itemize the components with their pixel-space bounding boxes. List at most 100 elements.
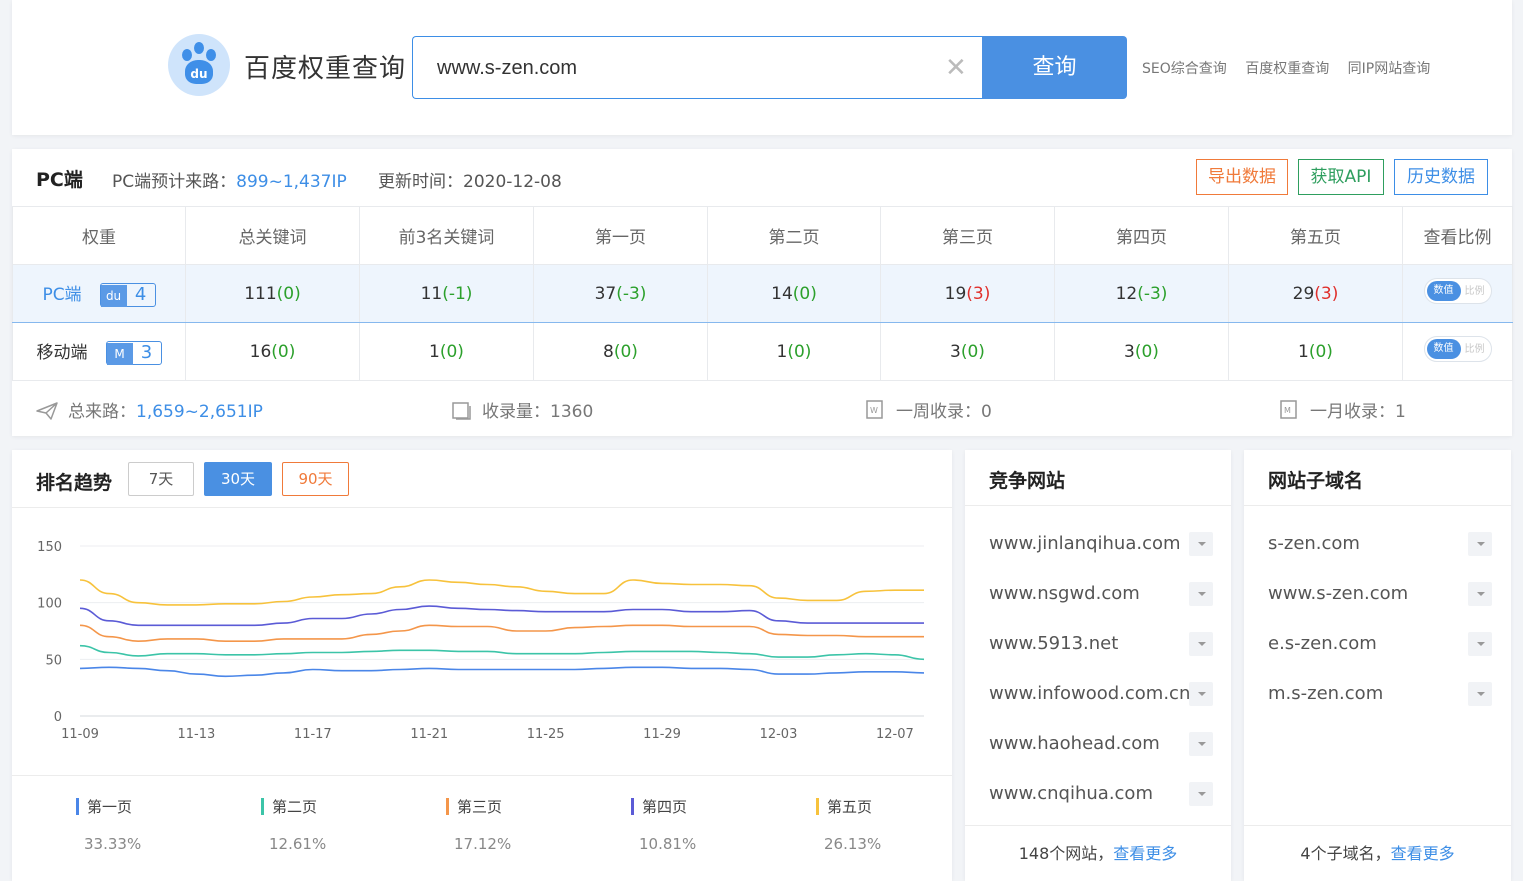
link-seo-query[interactable]: SEO综合查询: [1142, 61, 1227, 77]
page5-cell: 1(0): [1228, 322, 1403, 381]
total-traffic: 总来路：1,659~2,651IP: [36, 397, 263, 422]
history-data-button[interactable]: 历史数据: [1394, 159, 1488, 195]
cell-delta: (0): [613, 341, 638, 362]
cell-delta: (3): [966, 283, 991, 304]
toggle-on-label: 数值: [1426, 339, 1461, 359]
clear-icon[interactable]: ✕: [945, 55, 967, 81]
competitor-sites-panel: 竞争网站 www.jinlanqihua.com www.nsgwd.com w…: [965, 450, 1231, 881]
table-row-mobile[interactable]: 移动端 M 3 16(0) 1(0) 8(0) 1(0) 3(0) 3(0) 1(0…: [12, 322, 1513, 381]
range-7d-button[interactable]: 7天: [128, 462, 194, 496]
value-ratio-toggle[interactable]: 数值 比例: [1423, 336, 1492, 362]
x-tick-label: 11-21: [410, 727, 448, 742]
cell-value: 37: [594, 283, 617, 304]
competitor-link[interactable]: www.5913.net: [989, 633, 1118, 654]
chevron-down-icon[interactable]: [1468, 632, 1492, 656]
subdomain-link[interactable]: e.s-zen.com: [1268, 633, 1377, 654]
page1-cell: 8(0): [533, 322, 708, 381]
competitor-link[interactable]: www.cnqihua.com: [989, 783, 1153, 804]
chevron-down-icon[interactable]: [1189, 532, 1213, 556]
cell-value: 8: [603, 341, 614, 362]
chevron-down-icon[interactable]: [1468, 682, 1492, 706]
subdomain-count: 4个子域名，: [1300, 844, 1391, 863]
cell-delta: (0): [439, 341, 464, 362]
subdomain-link[interactable]: s-zen.com: [1268, 533, 1360, 554]
weight-badge: du 4: [99, 283, 156, 307]
baidu-paw-icon: du: [100, 285, 127, 307]
export-data-button[interactable]: 导出数据: [1196, 159, 1288, 195]
chevron-down-icon[interactable]: [1468, 532, 1492, 556]
competitor-link[interactable]: www.jinlanqihua.com: [989, 533, 1181, 554]
divider: [12, 507, 952, 508]
table-row-pc[interactable]: PC端 du 4 111(0) 11(-1) 37(-3) 14(0) 19(3) …: [12, 264, 1513, 323]
col-page5: 第五页: [1228, 206, 1403, 265]
search-input[interactable]: [437, 53, 917, 83]
cell-value: 111: [244, 283, 277, 304]
total-keywords-cell: 111(0): [185, 264, 360, 323]
competitor-link[interactable]: www.infowood.com.cn: [989, 683, 1190, 704]
link-same-ip-query[interactable]: 同IP网站查询: [1348, 61, 1431, 77]
value-ratio-toggle[interactable]: 数值 比例: [1423, 278, 1492, 304]
send-icon: [36, 402, 58, 420]
link-weight-query[interactable]: 百度权重查询: [1245, 61, 1329, 77]
trend-title: 排名趋势: [36, 472, 113, 494]
chevron-down-icon[interactable]: [1468, 582, 1492, 606]
view-more-link[interactable]: 查看更多: [1391, 844, 1455, 863]
x-tick-label: 11-09: [61, 727, 99, 742]
page4-cell: 12(-3): [1054, 264, 1229, 323]
page2-cell: 14(0): [707, 264, 881, 323]
search-button[interactable]: 查询: [982, 36, 1127, 99]
chevron-down-icon[interactable]: [1189, 732, 1213, 756]
x-tick-label: 11-13: [178, 727, 216, 742]
chevron-down-icon[interactable]: [1189, 782, 1213, 806]
row-label: 移动端: [36, 343, 88, 363]
get-api-button[interactable]: 获取API: [1298, 159, 1384, 195]
competitor-link[interactable]: www.haohead.com: [989, 733, 1160, 754]
chevron-down-icon[interactable]: [1189, 582, 1213, 606]
subdomain-link[interactable]: m.s-zen.com: [1268, 683, 1383, 704]
cell-value: 19: [944, 283, 967, 304]
chevron-down-icon[interactable]: [1189, 632, 1213, 656]
legend-page2[interactable]: 第二页 12.61%: [261, 796, 441, 853]
view-more-link[interactable]: 查看更多: [1113, 844, 1177, 863]
x-tick-label: 12-03: [760, 727, 798, 742]
cell-value: 29: [1292, 283, 1315, 304]
panel-title: PC端: [36, 169, 83, 191]
indexed-value: 1360: [550, 402, 594, 422]
weight-overview-panel: PC端 PC端预计来路：899~1,437IP 更新时间：2020-12-08 …: [12, 149, 1513, 436]
legend-page3[interactable]: 第三页 17.12%: [446, 796, 626, 853]
divider: [1244, 825, 1511, 826]
legend-page4[interactable]: 第四页 10.81%: [631, 796, 811, 853]
divider: [1244, 505, 1511, 506]
chevron-down-icon[interactable]: [1189, 682, 1213, 706]
cell-delta: (0): [960, 341, 985, 362]
cell-value: 3: [1124, 341, 1135, 362]
ratio-toggle-cell: 数值 比例: [1402, 264, 1513, 323]
weekly-indexed: W 一周收录：0: [866, 397, 992, 422]
legend-percent: 12.61%: [269, 835, 327, 853]
monthly-indexed-value: 1: [1395, 402, 1406, 422]
pc-traffic: PC端预计来路：899~1,437IP: [112, 167, 347, 192]
legend-page1[interactable]: 第一页 33.33%: [76, 796, 256, 853]
cell-value: 1: [429, 341, 440, 362]
col-page2: 第二页: [707, 206, 881, 265]
cell-delta: (3): [1314, 283, 1339, 304]
pc-traffic-value: 899~1,437IP: [236, 172, 347, 192]
x-tick-label: 11-25: [527, 727, 565, 742]
table-header-row: 权重 总关键词 前3名关键词 第一页 第二页 第三页 第四页 第五页 查看比例: [12, 206, 1513, 265]
page3-cell: 3(0): [880, 322, 1055, 381]
competitor-link[interactable]: www.nsgwd.com: [989, 583, 1140, 604]
range-30d-button[interactable]: 30天: [204, 462, 272, 496]
cell-delta: (0): [787, 341, 812, 362]
range-90d-button[interactable]: 90天: [282, 462, 349, 496]
y-tick-label: 50: [45, 653, 62, 668]
weight-value: 4: [134, 284, 147, 305]
cell-delta: (0): [1308, 341, 1333, 362]
subdomain-link[interactable]: www.s-zen.com: [1268, 583, 1408, 604]
toggle-off-label: 比例: [1464, 344, 1485, 355]
divider: [965, 825, 1231, 826]
total-traffic-value: 1,659~2,651IP: [136, 402, 263, 422]
y-tick-label: 100: [37, 597, 62, 612]
competitor-count: 148个网站，: [1018, 844, 1114, 863]
update-time-label: 更新时间：: [378, 172, 463, 192]
legend-color-swatch: [76, 798, 79, 815]
